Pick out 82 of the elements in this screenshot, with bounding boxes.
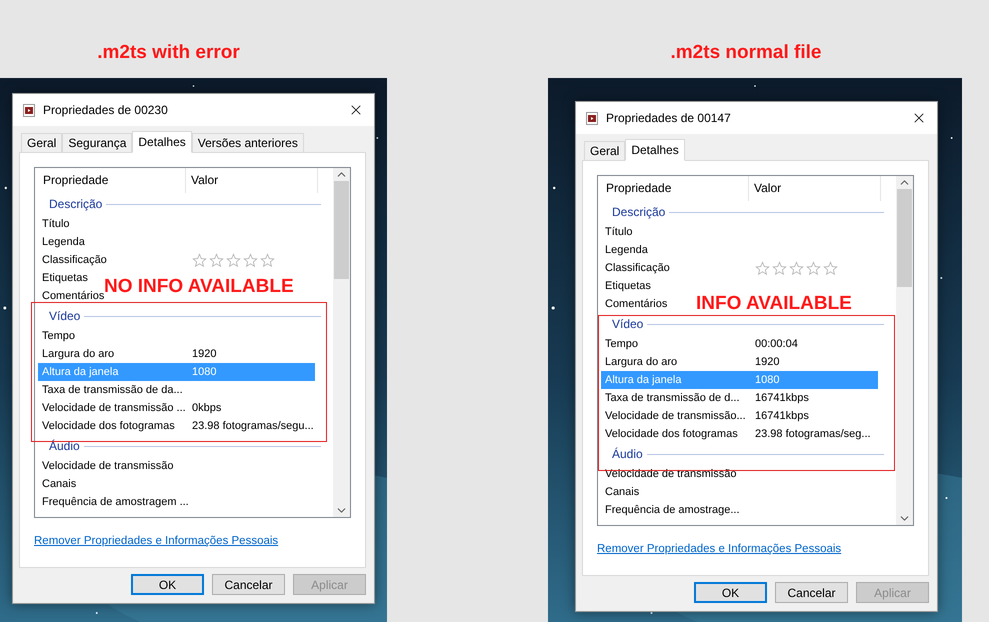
property-name: Canais [42,477,76,491]
property-name: Frequência de amostragem ... [42,495,189,509]
video-file-icon [586,112,598,124]
property-value: 1080 [192,365,216,379]
scroll-thumb[interactable] [334,181,349,279]
star-icon[interactable] [806,260,821,276]
property-name: Frequência de amostrage... [605,503,740,517]
property-name: Título [42,217,70,231]
tab[interactable]: Versões anteriores [192,133,304,152]
dialog-button[interactable]: Cancelar [775,582,848,603]
property-name: Altura da janela [42,365,118,379]
property-value: 23.98 fotogramas/seg... [755,427,871,441]
property-name: Legenda [605,243,648,257]
property-name: Taxa de transmissão de da... [42,383,183,397]
star-icon[interactable] [192,252,207,268]
star-icon[interactable] [823,260,838,276]
column-header[interactable]: Valor [749,176,881,201]
tab[interactable]: Geral [584,141,626,160]
property-name: Comentários [605,297,668,311]
group-heading: Descrição [612,205,666,219]
group-heading: Vídeo [612,317,644,331]
dialog-button[interactable]: Cancelar [212,574,285,595]
property-name: Altura da janela [605,373,682,387]
property-name: Comentários [42,289,104,303]
property-name: Velocidade de transmissão [605,467,736,481]
window-title: Propriedades de 00230 [43,103,169,117]
star-icon[interactable] [755,260,770,276]
star-icon[interactable] [260,252,275,268]
column-header[interactable]: Valor [186,168,318,193]
caption: .m2ts with error [97,42,240,64]
scrollbar[interactable] [333,168,350,517]
property-name: Título [605,225,633,239]
star-icon[interactable] [209,252,224,268]
star-icon[interactable] [226,252,241,268]
group-heading: Vídeo [49,309,80,323]
tab[interactable]: Segurança [62,133,132,152]
group-heading: Áudio [612,447,643,461]
caption: .m2ts normal file [670,42,822,64]
column-header[interactable]: Propriedade [38,168,186,193]
annotation: NO INFO AVAILABLE [104,277,294,296]
property-name: Largura do aro [605,355,678,369]
video-file-icon [23,104,35,116]
tab[interactable]: Geral [21,133,62,152]
property-name: Etiquetas [42,271,88,285]
property-name: Largura do aro [42,347,114,361]
property-name: Velocidade dos fotogramas [605,427,738,441]
star-icon[interactable] [772,260,787,276]
column-header[interactable]: Propriedade [601,176,749,201]
window-title: Propriedades de 00147 [606,111,732,125]
property-name: Etiquetas [605,279,651,293]
property-name: Taxa de transmissão de d... [605,391,740,405]
property-value: 16741kbps [755,409,809,423]
group-heading: Áudio [49,439,80,453]
remove-properties-link[interactable]: Remover Propriedades e Informações Pessoais [597,543,842,555]
remove-properties-link[interactable]: Remover Propriedades e Informações Pessoais [34,535,278,547]
tab[interactable]: Detalhes [132,131,192,153]
property-value: 00:00:04 [755,337,798,351]
property-name: Classificação [605,261,670,275]
annotation: INFO AVAILABLE [696,294,852,313]
property-name: Velocidade de transmissão ... [42,401,186,415]
group-heading: Descrição [49,197,102,211]
star-icon[interactable] [243,252,258,268]
property-name: Classificação [42,253,107,267]
property-value: 1080 [755,373,780,387]
property-name: Legenda [42,235,85,249]
property-name: Velocidade dos fotogramas [42,419,175,433]
property-name: Canais [605,485,640,499]
property-value: 1920 [755,355,780,369]
property-name: Velocidade de transmissão... [605,409,746,423]
property-value: 23.98 fotogramas/segu... [192,419,314,433]
property-name: Tempo [42,329,76,343]
dialog-button[interactable]: OK [131,574,204,595]
property-value: 16741kbps [755,391,809,405]
dialog-button[interactable]: OK [694,582,767,603]
scroll-thumb[interactable] [897,189,912,287]
star-icon[interactable] [789,260,804,276]
property-name: Tempo [605,337,638,351]
property-name: Velocidade de transmissão [42,459,174,473]
scrollbar[interactable] [896,176,913,525]
property-value: 0kbps [192,401,222,415]
tab[interactable]: Detalhes [625,139,685,161]
property-value: 1920 [192,347,216,361]
